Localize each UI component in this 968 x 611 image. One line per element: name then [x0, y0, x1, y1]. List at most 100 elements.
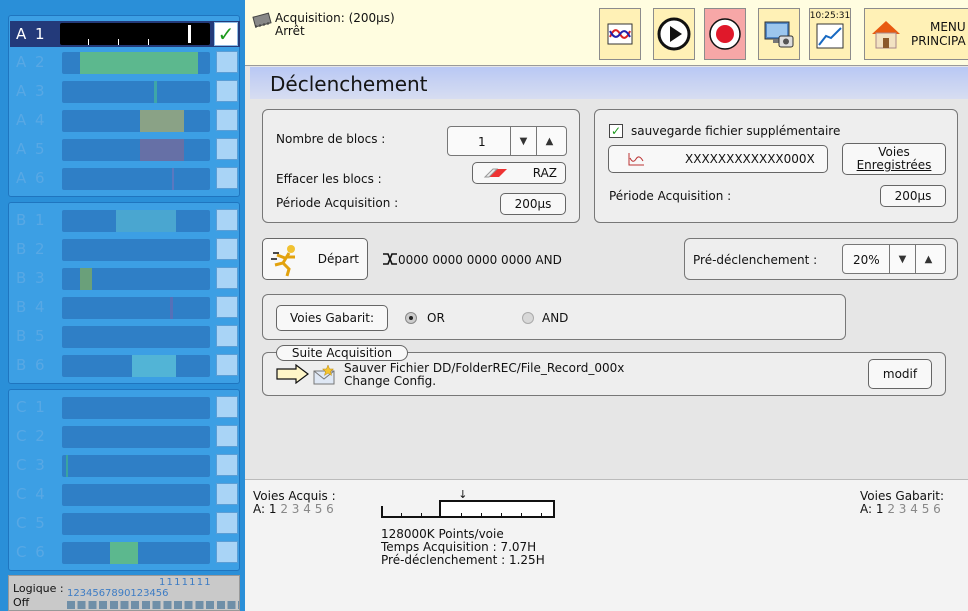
- channel-row-c6[interactable]: C 6: [10, 540, 242, 564]
- trigger-expression: 0000 0000 0000 0000 AND: [398, 253, 562, 267]
- channel-check-c6[interactable]: [216, 541, 238, 563]
- voies-acquis-prefix: A:: [253, 502, 266, 516]
- top-bar: Acquisition: (200µs) Arrêt 10:25:31 MENU…: [245, 0, 968, 66]
- screenshot-button[interactable]: [758, 8, 800, 60]
- voies-gabarit-button[interactable]: Voies Gabarit:: [276, 305, 388, 331]
- channel-track-a2: [62, 52, 210, 74]
- voies-gabarit-prefix: A:: [860, 502, 873, 516]
- channel-check-a4[interactable]: [216, 109, 238, 131]
- periode-value: 200µs: [514, 197, 552, 211]
- and-radio[interactable]: [522, 312, 534, 324]
- channel-label-c5: C 5: [16, 514, 47, 532]
- channel-row-a2[interactable]: A 2: [10, 50, 242, 74]
- channel-check-c3[interactable]: [216, 454, 238, 476]
- channel-check-a2[interactable]: [216, 51, 238, 73]
- channel-check-c2[interactable]: [216, 425, 238, 447]
- channel-check-b2[interactable]: [216, 238, 238, 260]
- channel-track-b4: [62, 297, 210, 319]
- record-button[interactable]: [704, 8, 746, 60]
- nb-blocs-up-button[interactable]: ▲: [536, 127, 562, 155]
- channel-track-a1: [60, 23, 210, 45]
- raz-button[interactable]: RAZ: [472, 162, 566, 184]
- channel-check-b4[interactable]: [216, 296, 238, 318]
- sauvegarde-checkbox[interactable]: ✓: [609, 124, 623, 138]
- points-per-voie: 128000K Points/voie: [381, 527, 504, 541]
- signal-view-button[interactable]: [599, 8, 641, 60]
- channel-track-a4: [62, 110, 210, 132]
- nb-blocs-spinner[interactable]: 1 ▼ ▲: [447, 126, 567, 156]
- channel-check-c4[interactable]: [216, 483, 238, 505]
- channel-check-c5[interactable]: [216, 512, 238, 534]
- modif-button[interactable]: modif: [868, 359, 932, 389]
- channel-check-b6[interactable]: [216, 354, 238, 376]
- file-name-button[interactable]: XXXXXXXXXXXX000X: [608, 145, 828, 173]
- channel-row-a6[interactable]: A 6: [10, 166, 242, 190]
- periode-label: Période Acquisition :: [276, 196, 399, 210]
- channel-check-a5[interactable]: [216, 138, 238, 160]
- periode-button[interactable]: 200µs: [500, 193, 566, 215]
- channel-row-c4[interactable]: C 4: [10, 482, 242, 506]
- channel-check-a1[interactable]: ✓: [214, 22, 238, 46]
- depart-button[interactable]: Départ: [262, 238, 368, 280]
- file-name-value: XXXXXXXXXXXX000X: [685, 152, 815, 166]
- voies-acquis-rest: 2 3 4 5 6: [280, 502, 334, 516]
- channel-track-c2: [62, 426, 210, 448]
- channel-row-a1[interactable]: A 1 ✓: [10, 21, 240, 47]
- periode2-button[interactable]: 200µs: [880, 185, 946, 207]
- channel-track-a6: [62, 168, 210, 190]
- channel-check-b5[interactable]: [216, 325, 238, 347]
- channel-row-b3[interactable]: B 3: [10, 266, 242, 290]
- play-button[interactable]: [653, 8, 695, 60]
- channel-label-a1: A 1: [16, 25, 47, 43]
- sauvegarde-label: sauvegarde fichier supplémentaire: [631, 124, 841, 138]
- and-label: AND: [542, 311, 569, 325]
- or-radio[interactable]: [405, 312, 417, 324]
- predecl-up-button[interactable]: ▲: [915, 245, 941, 273]
- logique-state: Off: [13, 596, 30, 609]
- channel-label-a2: A 2: [16, 53, 47, 71]
- nb-blocs-down-button[interactable]: ▼: [510, 127, 536, 155]
- channel-row-c2[interactable]: C 2: [10, 424, 242, 448]
- predecl-spinner[interactable]: 20% ▼ ▲: [842, 244, 946, 274]
- voies-gabarit-label: Voies Gabarit:: [860, 489, 945, 503]
- voies-enreg-line2: Enregistrées: [856, 158, 932, 172]
- channel-row-b5[interactable]: B 5: [10, 324, 242, 348]
- channel-row-b2[interactable]: B 2: [10, 237, 242, 261]
- pretrigger-marker: ↓: [458, 488, 468, 501]
- channel-check-a3[interactable]: [216, 80, 238, 102]
- channel-check-b1[interactable]: [216, 209, 238, 231]
- acquisition-state: Arrêt: [275, 24, 305, 38]
- channel-check-a6[interactable]: [216, 167, 238, 189]
- voies-gabarit-button-label: Voies Gabarit:: [289, 311, 375, 325]
- pre-declenchement-info: Pré-déclenchement : 1.25H: [381, 553, 545, 567]
- predecl-down-button[interactable]: ▼: [889, 245, 915, 273]
- channel-check-b3[interactable]: [216, 267, 238, 289]
- channel-row-c1[interactable]: C 1: [10, 395, 242, 419]
- channel-label-b4: B 4: [16, 298, 47, 316]
- channel-label-c1: C 1: [16, 398, 47, 416]
- channel-row-c5[interactable]: C 5: [10, 511, 242, 535]
- channel-track-c5: [62, 513, 210, 535]
- channel-track-c1: [62, 397, 210, 419]
- acquisition-status: Acquisition: (200µs) Arrêt: [275, 12, 395, 38]
- main-menu-button[interactable]: MENU PRINCIPA: [864, 8, 968, 60]
- channel-row-a5[interactable]: A 5: [10, 137, 242, 161]
- channel-check-c1[interactable]: [216, 396, 238, 418]
- channel-row-b6[interactable]: B 6: [10, 353, 242, 377]
- logique-panel[interactable]: Logique : Off 1 1 1 1 1 1 1 1 2 3 4 5 6 …: [8, 575, 240, 611]
- suite-line2: Change Config.: [344, 374, 437, 388]
- channel-label-a6: A 6: [16, 169, 47, 187]
- logique-tens-digits: 1 1 1 1 1 1 1: [159, 577, 211, 588]
- channel-row-b1[interactable]: B 1: [10, 208, 242, 232]
- main-menu-label-line1: MENU: [929, 20, 966, 34]
- channel-row-b4[interactable]: B 4: [10, 295, 242, 319]
- channel-row-a3[interactable]: A 3: [10, 79, 242, 103]
- voies-acquis-list: A: 1 2 3 4 5 6: [253, 502, 334, 516]
- clock-trend-button[interactable]: 10:25:31: [809, 8, 851, 60]
- channel-row-a4[interactable]: A 4: [10, 108, 242, 132]
- effacer-label: Effacer les blocs :: [276, 172, 382, 186]
- channel-label-c3: C 3: [16, 456, 47, 474]
- voies-enregistrees-button[interactable]: Voies Enregistrées: [842, 143, 946, 175]
- channel-row-c3[interactable]: C 3: [10, 453, 242, 477]
- waveform-icon: [628, 153, 644, 166]
